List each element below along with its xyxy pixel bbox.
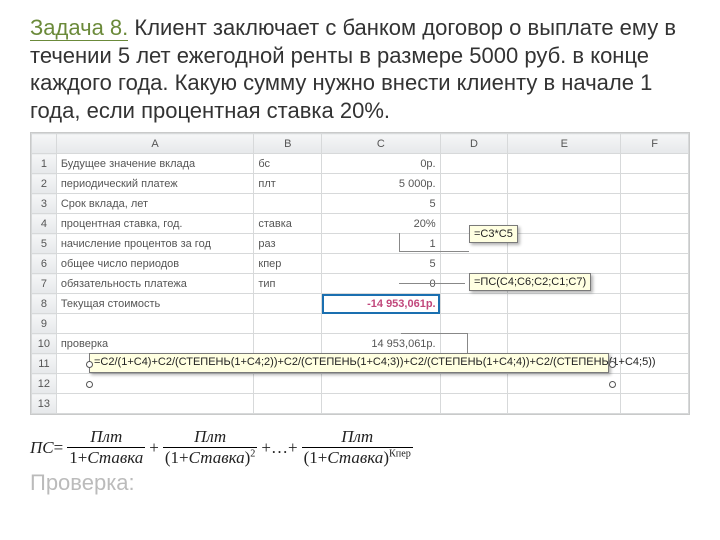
callout-handle — [609, 361, 616, 368]
task-number: Задача 8. — [30, 15, 128, 41]
table-row: 1Будущее значение вкладабс0р. — [32, 154, 689, 174]
fraction: Плт (1+Ставка)2 — [163, 427, 258, 468]
table-row: 2периодический платежплт5 000р. — [32, 174, 689, 194]
col-E[interactable]: E — [508, 134, 621, 154]
fraction: Плт (1+Ставка)Кпер — [302, 427, 413, 468]
table-row: 9 — [32, 314, 689, 334]
callout-handle — [609, 381, 616, 388]
callout-handle — [86, 361, 93, 368]
column-headers: A B C D E F — [32, 134, 689, 154]
col-A[interactable]: A — [56, 134, 254, 154]
table-row: 12 — [32, 374, 689, 394]
spreadsheet: A B C D E F 1Будущее значение вкладабс0р… — [30, 132, 690, 415]
col-B[interactable]: B — [254, 134, 322, 154]
corner-cell[interactable] — [32, 134, 57, 154]
formula-callout-c6: =C3*C5 — [469, 225, 518, 243]
connector-line — [399, 233, 400, 251]
table-row: 10проверка14 953,061р. — [32, 334, 689, 354]
callout-handle — [86, 381, 93, 388]
formula-callout-c10: =C2/(1+C4)+C2/(СТЕПЕНЬ(1+C4;2))+C2/(СТЕП… — [89, 353, 609, 373]
fraction: Плт 1+Ставка — [67, 427, 145, 468]
formula-callout-c8: =ПС(C4;C6;C2;C1;C7) — [469, 273, 591, 291]
table-row: 13 — [32, 394, 689, 414]
problem-title: Задача 8. Клиент заключает с банком дого… — [30, 14, 690, 124]
table-row: 3Срок вклада, лет5 — [32, 194, 689, 214]
connector-line — [399, 251, 469, 252]
math-formula: ПС = Плт 1+Ставка + Плт (1+Ставка)2 +…+ … — [30, 427, 690, 468]
overlay-text: Проверка: — [30, 470, 135, 496]
table-row: 6общее число периодовкпер5 — [32, 254, 689, 274]
result-cell[interactable]: -14 953,061р. — [322, 294, 441, 314]
table-row: 4процентная ставка, год.ставка20% — [32, 214, 689, 234]
table-row: 5начисление процентов за годраз1 — [32, 234, 689, 254]
col-F[interactable]: F — [621, 134, 689, 154]
col-D[interactable]: D — [440, 134, 508, 154]
connector-line — [401, 333, 467, 334]
table-row: 8Текущая стоимость-14 953,061р. — [32, 294, 689, 314]
connector-line — [399, 283, 465, 284]
col-C[interactable]: C — [322, 134, 441, 154]
connector-line — [467, 333, 468, 353]
